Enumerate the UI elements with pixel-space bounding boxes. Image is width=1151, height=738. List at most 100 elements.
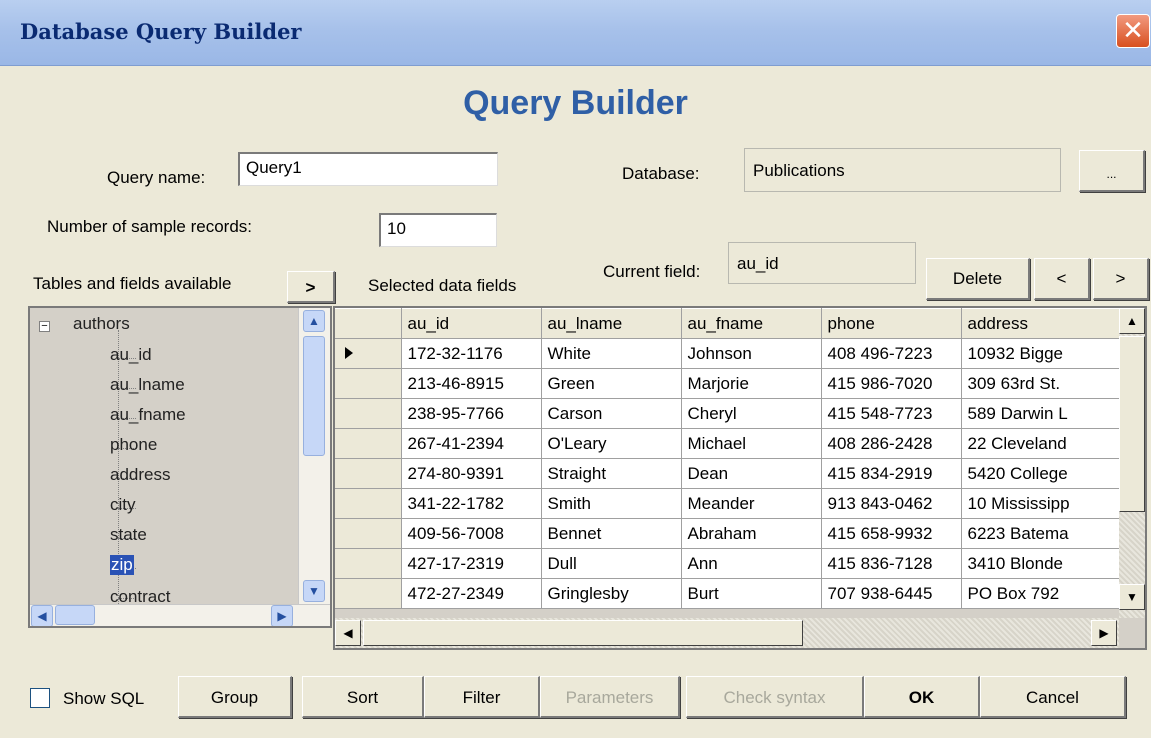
row-header[interactable] (335, 488, 402, 519)
column-header[interactable]: phone (821, 308, 962, 339)
tree-table-node[interactable]: authors (73, 314, 130, 334)
table-cell[interactable]: Meander (681, 488, 822, 519)
table-cell[interactable]: Dull (541, 548, 682, 579)
table-cell[interactable]: 415 658-9932 (821, 518, 962, 549)
tree-field-node[interactable]: au_lname (110, 375, 185, 395)
tree-hscroll-thumb[interactable] (55, 605, 95, 625)
delete-button[interactable]: Delete (926, 258, 1030, 300)
table-cell[interactable]: 415 836-7128 (821, 548, 962, 579)
table-cell[interactable]: White (541, 338, 682, 369)
table-cell[interactable]: Ann (681, 548, 822, 579)
row-header[interactable] (335, 368, 402, 399)
grid-vertical-scrollbar[interactable]: ▲ ▼ (1119, 308, 1145, 618)
table-cell[interactable]: 408 496-7223 (821, 338, 962, 369)
collapse-icon[interactable]: − (39, 321, 50, 332)
table-cell[interactable]: 472-27-2349 (401, 578, 542, 609)
table-cell[interactable]: O'Leary (541, 428, 682, 459)
cancel-button[interactable]: Cancel (980, 676, 1126, 718)
grid-horizontal-scrollbar[interactable]: ◀ ▶ (335, 618, 1119, 648)
scroll-down-icon[interactable]: ▼ (1119, 584, 1145, 610)
tree-vertical-scrollbar[interactable]: ▲ ▼ (298, 308, 330, 604)
scroll-right-icon[interactable]: ▶ (271, 605, 293, 626)
grid-scroll-thumb[interactable] (1119, 336, 1145, 512)
table-row[interactable]: 409-56-7008 Bennet Abraham 415 658-9932 6223… (335, 518, 1120, 549)
scroll-down-icon[interactable]: ▼ (303, 580, 325, 602)
table-cell[interactable]: 415 834-2919 (821, 458, 962, 489)
tree-field-node[interactable]: city (110, 495, 136, 515)
table-cell[interactable]: Straight (541, 458, 682, 489)
table-cell[interactable]: Abraham (681, 518, 822, 549)
table-cell[interactable]: 22 Cleveland (961, 428, 1120, 459)
table-cell[interactable]: 589 Darwin L (961, 398, 1120, 429)
tree-field-node[interactable]: address (110, 465, 170, 485)
show-sql-checkbox[interactable] (30, 688, 50, 708)
query-name-input[interactable]: Query1 (238, 152, 498, 186)
data-grid[interactable]: au_id au_lname au_fname phone address 17… (333, 306, 1147, 650)
table-cell[interactable]: 5420 College (961, 458, 1120, 489)
row-header[interactable] (335, 428, 402, 459)
tree-field-node[interactable]: au_id (110, 345, 152, 365)
table-cell[interactable]: 10 Mississipp (961, 488, 1120, 519)
table-cell[interactable]: Michael (681, 428, 822, 459)
add-field-button[interactable]: > (287, 271, 335, 303)
parameters-button[interactable]: Parameters (540, 676, 680, 718)
ok-button[interactable]: OK (864, 676, 980, 718)
close-button[interactable]: ✕ (1116, 14, 1150, 48)
row-header[interactable] (335, 458, 402, 489)
row-header[interactable] (335, 338, 402, 369)
tree-field-node[interactable]: phone (110, 435, 157, 455)
table-cell[interactable]: 913 843-0462 (821, 488, 962, 519)
group-button[interactable]: Group (178, 676, 292, 718)
table-cell[interactable]: Cheryl (681, 398, 822, 429)
row-header[interactable] (335, 578, 402, 609)
table-row[interactable]: 213-46-8915 Green Marjorie 415 986-7020 309 … (335, 368, 1120, 399)
table-cell[interactable]: 274-80-9391 (401, 458, 542, 489)
table-cell[interactable]: Smith (541, 488, 682, 519)
table-cell[interactable]: Dean (681, 458, 822, 489)
next-field-button[interactable]: > (1093, 258, 1149, 300)
tables-fields-tree[interactable]: − authors au_id au_lname au_fname phone … (28, 306, 332, 628)
tree-field-node[interactable]: au_fname (110, 405, 186, 425)
previous-field-button[interactable]: < (1034, 258, 1090, 300)
table-row[interactable]: 238-95-7766 Carson Cheryl 415 548-7723 589 D… (335, 398, 1120, 429)
scroll-left-icon[interactable]: ◀ (31, 605, 53, 626)
check-syntax-button[interactable]: Check syntax (686, 676, 864, 718)
table-cell[interactable]: 6223 Batema (961, 518, 1120, 549)
table-cell[interactable]: 415 548-7723 (821, 398, 962, 429)
sort-button[interactable]: Sort (302, 676, 424, 718)
row-header[interactable] (335, 398, 402, 429)
table-cell[interactable]: Gringlesby (541, 578, 682, 609)
tree-horizontal-scrollbar[interactable]: ◀ ▶ (30, 604, 330, 626)
table-row[interactable]: 172-32-1176 White Johnson 408 496-7223 10932… (335, 338, 1120, 369)
table-row[interactable]: 341-22-1782 Smith Meander 913 843-0462 10 Mi… (335, 488, 1120, 519)
table-cell[interactable]: Bennet (541, 518, 682, 549)
database-browse-button[interactable]: ... (1079, 150, 1145, 192)
table-cell[interactable]: Johnson (681, 338, 822, 369)
table-cell[interactable]: 415 986-7020 (821, 368, 962, 399)
table-cell[interactable]: 10932 Bigge (961, 338, 1120, 369)
table-cell[interactable]: 427-17-2319 (401, 548, 542, 579)
table-cell[interactable]: 238-95-7766 (401, 398, 542, 429)
table-cell[interactable]: 707 938-6445 (821, 578, 962, 609)
row-header[interactable] (335, 548, 402, 579)
table-cell[interactable]: 409-56-7008 (401, 518, 542, 549)
table-cell[interactable]: PO Box 792 (961, 578, 1120, 609)
column-header[interactable]: au_id (401, 308, 542, 339)
grid-hscroll-thumb[interactable] (363, 620, 803, 646)
sample-records-input[interactable]: 10 (379, 213, 497, 247)
table-row[interactable]: 472-27-2349 Gringlesby Burt 707 938-6445 PO … (335, 578, 1120, 609)
table-cell[interactable]: 267-41-2394 (401, 428, 542, 459)
row-header[interactable] (335, 518, 402, 549)
table-cell[interactable]: Marjorie (681, 368, 822, 399)
table-row[interactable]: 267-41-2394 O'Leary Michael 408 286-2428 22 … (335, 428, 1120, 459)
table-cell[interactable]: Green (541, 368, 682, 399)
column-header[interactable]: au_fname (681, 308, 822, 339)
table-cell[interactable]: 341-22-1782 (401, 488, 542, 519)
table-row[interactable]: 427-17-2319 Dull Ann 415 836-7128 3410 Blond… (335, 548, 1120, 579)
tree-scroll-thumb[interactable] (303, 336, 325, 456)
table-cell[interactable]: 408 286-2428 (821, 428, 962, 459)
column-header[interactable]: au_lname (541, 308, 682, 339)
table-cell[interactable]: 3410 Blonde (961, 548, 1120, 579)
table-row[interactable]: 274-80-9391 Straight Dean 415 834-2919 5420 … (335, 458, 1120, 489)
table-cell[interactable]: Carson (541, 398, 682, 429)
